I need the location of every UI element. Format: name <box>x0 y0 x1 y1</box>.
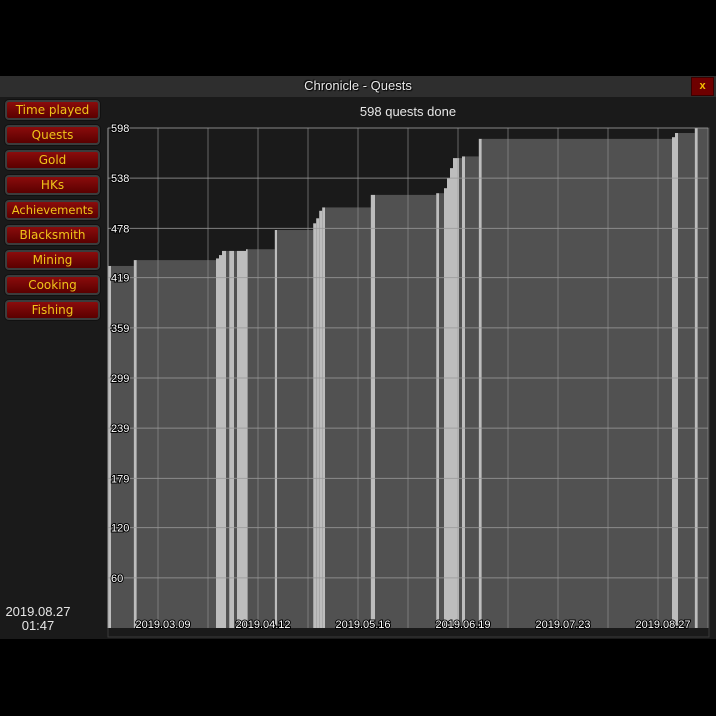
bar-35 <box>678 133 695 628</box>
bar-2 <box>133 260 137 628</box>
y-tick-label-2: 179 <box>111 473 129 485</box>
x-tick-label-2: 2019.05.16 <box>335 619 390 631</box>
quests-chart: 60 120 179 239 299 359 419 478 538 598 2019.03.09… <box>107 122 710 638</box>
y-tick-label-6: 419 <box>111 273 129 285</box>
y-tick-label-4: 299 <box>111 373 129 385</box>
bar-6 <box>222 250 227 628</box>
bar-24 <box>444 188 447 628</box>
bar-33 <box>672 137 675 628</box>
y-tick-label-7: 478 <box>111 223 129 235</box>
bar-15 <box>313 223 317 628</box>
y-tick-label-5: 359 <box>111 323 129 335</box>
bar-9 <box>234 250 237 628</box>
x-tick-label-3: 2019.06.19 <box>435 619 490 631</box>
bar-10 <box>237 250 246 628</box>
bar-11 <box>246 249 248 628</box>
bar-17 <box>319 210 323 628</box>
bar-16 <box>316 218 320 628</box>
bar-7 <box>226 250 230 628</box>
y-tick-label-8: 538 <box>111 173 129 185</box>
y-tick-label-0: 60 <box>111 573 123 585</box>
bar-13 <box>274 230 278 628</box>
y-tick-label-9: 598 <box>111 123 129 135</box>
x-tick-label-0: 2019.03.09 <box>135 619 190 631</box>
bar-4 <box>216 258 219 628</box>
bar-34 <box>675 133 678 628</box>
bar-26 <box>450 168 453 628</box>
y-tick-label-1: 120 <box>111 523 129 535</box>
y-tick-label-3: 239 <box>111 423 129 435</box>
bar-5 <box>219 255 222 628</box>
bar-23 <box>439 193 444 628</box>
x-tick-label-1: 2019.04.12 <box>235 619 290 631</box>
bar-8 <box>229 250 234 628</box>
bar-31 <box>478 138 482 628</box>
bar-25 <box>447 178 450 628</box>
bar-21 <box>375 194 437 628</box>
bar-20 <box>370 194 375 628</box>
bar-19 <box>325 207 371 628</box>
bar-22 <box>436 193 440 628</box>
bar-12 <box>247 249 275 628</box>
chronicle-window: Chronicle - Quests x Time played Quests … <box>0 76 716 639</box>
bar-18 <box>322 207 326 628</box>
bar-29 <box>462 156 465 628</box>
bar-32 <box>481 138 672 628</box>
x-tick-label-4: 2019.07.23 <box>535 619 590 631</box>
bar-30 <box>465 156 479 628</box>
bar-3 <box>136 260 216 628</box>
x-tick-label-5: 2019.08.27 <box>635 619 690 631</box>
